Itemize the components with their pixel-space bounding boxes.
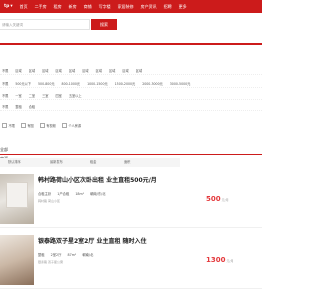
listing-meta-item: 朝南/北 bbox=[82, 253, 94, 257]
filter-option[interactable]: 不限 bbox=[2, 93, 8, 98]
nav-shop[interactable]: 商铺 bbox=[84, 4, 92, 10]
nav-news[interactable]: 房产资讯 bbox=[141, 4, 157, 10]
nav-decoration[interactable]: 家居装修 bbox=[118, 4, 134, 10]
listing-meta-item: 1户合租 bbox=[57, 192, 70, 196]
photo-detail bbox=[6, 182, 28, 208]
listing-item[interactable]: 韩村路荷山小区次卧出租 业主直租500元/月 合租主卧 1户合租 18m² 朝南… bbox=[0, 171, 262, 228]
filter-option[interactable]: 二室 bbox=[29, 93, 35, 98]
search-bar: 请输入关键词 搜索 bbox=[0, 16, 262, 34]
checkbox-any[interactable]: 不限 bbox=[2, 122, 15, 128]
sort-rent[interactable]: 租金 bbox=[90, 158, 96, 167]
sort-area[interactable]: 面积 bbox=[124, 158, 130, 167]
checkbox-has-photo[interactable]: 有图 bbox=[20, 122, 34, 128]
listing-meta-item: 87m² bbox=[67, 253, 77, 257]
filter-price: 不限 500元以下 500-800元 800-1000元 1000-1500元 … bbox=[0, 79, 262, 88]
listing-meta-item: 2室2厅 bbox=[50, 253, 62, 257]
nav-jobs[interactable]: 招聘 bbox=[164, 4, 172, 10]
listing-meta-item: 整租 bbox=[38, 253, 45, 257]
search-button[interactable]: 搜索 bbox=[91, 19, 117, 30]
filter-option[interactable]: 1500-2000元 bbox=[115, 81, 136, 86]
nav-second-hand[interactable]: 二手房 bbox=[35, 4, 47, 10]
filter-type: 不限 整租 合租 bbox=[0, 102, 262, 111]
listing-meta-item: 合租主卧 bbox=[38, 192, 52, 196]
listing-tabs: 全部房源 bbox=[0, 145, 262, 161]
filter-option[interactable]: 整租 bbox=[15, 104, 21, 109]
filter-option[interactable]: 区域 bbox=[29, 68, 35, 73]
filter-option[interactable]: 不限 bbox=[2, 81, 8, 86]
filter-option[interactable]: 四室 bbox=[56, 93, 62, 98]
filter-option[interactable]: 不限 bbox=[2, 104, 8, 109]
listing-item[interactable]: 银泰路双子星2室2厅 业主直租 随时入住 整租 2室2厅 87m² 朝南/北 银… bbox=[0, 232, 262, 289]
listing-address: 银泰路 双子星公寓 bbox=[38, 260, 63, 264]
filter-option[interactable]: 区域 bbox=[82, 68, 88, 73]
filter-option[interactable]: 区域 bbox=[56, 68, 62, 73]
sort-newest[interactable]: 最新发布 bbox=[50, 158, 63, 167]
nav-office[interactable]: 写字楼 bbox=[99, 4, 111, 10]
top-navbar: tp▾ 首页 二手房 租房 新房 商铺 写字楼 家居装修 房产资讯 招聘 更多 bbox=[0, 0, 262, 13]
filter-option[interactable]: 3000-5000元 bbox=[170, 81, 191, 86]
filter-option[interactable]: 区域 bbox=[96, 68, 102, 73]
nav-home[interactable]: 首页 bbox=[20, 4, 28, 10]
city-selector[interactable]: tp▾ bbox=[3, 4, 13, 9]
filter-option[interactable]: 1000-1500元 bbox=[87, 81, 108, 86]
listing-meta-item: 18m² bbox=[75, 192, 85, 196]
checkbox-icon bbox=[61, 122, 67, 128]
filter-option[interactable]: 区域 bbox=[136, 68, 142, 73]
listing-meta: 整租 2室2厅 87m² 朝南/北 bbox=[38, 252, 98, 257]
listing-price: 500元/月 bbox=[206, 195, 229, 203]
filter-option[interactable]: 区域 bbox=[15, 68, 21, 73]
sort-bar: 默认排序 最新发布 租金 面积 bbox=[0, 158, 180, 167]
listing-title[interactable]: 韩村路荷山小区次卧出租 业主直租500元/月 bbox=[38, 175, 157, 184]
listing-title[interactable]: 银泰路双子星2室2厅 业主直租 随时入住 bbox=[38, 236, 147, 245]
search-input[interactable]: 请输入关键词 bbox=[0, 19, 90, 30]
filter-option[interactable]: 区域 bbox=[69, 68, 75, 73]
filter-option[interactable]: 区域 bbox=[122, 68, 128, 73]
checkbox-has-video[interactable]: 有视频 bbox=[39, 122, 56, 128]
listing-address: 韩村路 荷山小区 bbox=[38, 199, 60, 203]
checkbox-personal[interactable]: 个人房源 bbox=[61, 122, 81, 128]
listing-photo[interactable] bbox=[0, 235, 34, 285]
filter-option[interactable]: 三室 bbox=[42, 93, 48, 98]
listing-photo[interactable] bbox=[0, 174, 34, 224]
filter-option[interactable]: 不限 bbox=[2, 68, 8, 73]
filter-option[interactable]: 500-800元 bbox=[38, 81, 55, 86]
header-divider bbox=[0, 43, 262, 45]
listing-price: 1300元/月 bbox=[206, 256, 234, 264]
sort-default[interactable]: 默认排序 bbox=[8, 158, 21, 167]
checkbox-icon bbox=[2, 122, 7, 128]
filter-option[interactable]: 一室 bbox=[15, 93, 21, 98]
listing-meta-item: 朝南/东/北 bbox=[90, 192, 106, 196]
filter-option[interactable]: 五室以上 bbox=[69, 93, 82, 98]
filter-option[interactable]: 2000-3000元 bbox=[142, 81, 163, 86]
filter-area: 不限 区域 区域 区域 区域 区域 区域 区域 区域 区域 区域 bbox=[0, 66, 262, 75]
filter-checkboxes: 不限 有图 有视频 个人房源 bbox=[0, 121, 262, 129]
nav-new-house[interactable]: 新房 bbox=[69, 4, 77, 10]
chevron-down-icon: ▾ bbox=[10, 4, 13, 9]
filter-rooms: 不限 一室 二室 三室 四室 五室以上 bbox=[0, 91, 262, 100]
nav-more[interactable]: 更多 bbox=[179, 4, 187, 10]
checkbox-icon bbox=[20, 122, 26, 128]
checkbox-icon bbox=[39, 122, 45, 128]
nav-rent[interactable]: 租房 bbox=[54, 4, 62, 10]
filter-option[interactable]: 区域 bbox=[42, 68, 48, 73]
filter-option[interactable]: 500元以下 bbox=[15, 81, 31, 86]
filter-option[interactable]: 800-1000元 bbox=[62, 81, 81, 86]
listing-meta: 合租主卧 1户合租 18m² 朝南/东/北 bbox=[38, 191, 111, 196]
filter-option[interactable]: 合租 bbox=[29, 104, 35, 109]
filter-option[interactable]: 区域 bbox=[109, 68, 115, 73]
